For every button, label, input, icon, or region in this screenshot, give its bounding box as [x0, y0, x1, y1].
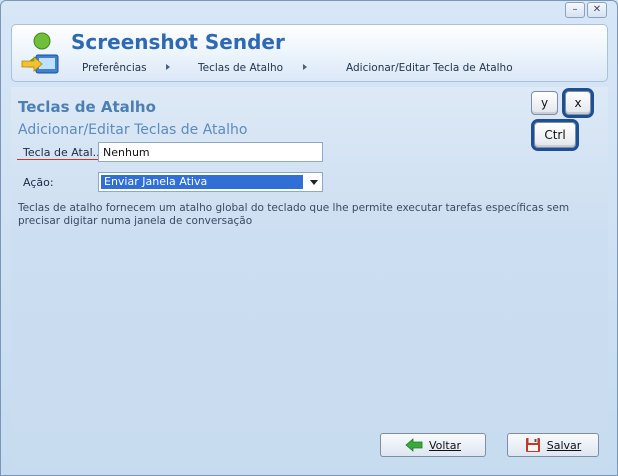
floppy-disk-icon	[525, 438, 540, 452]
hotkey-label: Tecla de Atal...	[23, 146, 104, 159]
back-button-label: Voltar	[428, 438, 462, 452]
action-select-value: Enviar Janela Ativa	[101, 175, 303, 189]
app-window: – ✕ Screenshot Sender Preferências Tecla…	[0, 0, 618, 476]
save-button-label: Salvar	[546, 438, 582, 452]
close-icon: ✕	[592, 4, 602, 15]
label-underline	[17, 159, 99, 160]
app-title: Screenshot Sender	[71, 30, 285, 54]
minimize-icon: –	[572, 4, 578, 15]
save-button[interactable]: Salvar	[507, 433, 599, 457]
breadcrumb-item-adicionar-editar[interactable]: Adicionar/Editar Tecla de Atalho	[346, 62, 513, 74]
key-y-icon: y	[531, 91, 558, 115]
breadcrumb-item-preferencias[interactable]: Preferências	[82, 62, 147, 74]
action-select[interactable]: Enviar Janela Ativa	[98, 172, 323, 192]
hotkey-description: Teclas de atalho fornecem um atalho glob…	[18, 202, 570, 227]
page-title: Teclas de Atalho	[18, 98, 156, 116]
main-content: Teclas de Atalho Adicionar/Editar Teclas…	[11, 87, 608, 466]
key-ctrl-icon: Ctrl	[531, 119, 579, 151]
key-x-icon: x	[562, 88, 594, 118]
window-controls: – ✕	[565, 2, 607, 18]
chevron-right-icon	[166, 64, 170, 70]
arrow-left-icon	[405, 438, 423, 452]
chevron-right-icon	[303, 64, 307, 70]
back-button[interactable]: Voltar	[380, 433, 486, 457]
breadcrumb-item-teclas-de-atalho[interactable]: Teclas de Atalho	[198, 62, 283, 74]
minimize-button[interactable]: –	[565, 2, 585, 18]
close-button[interactable]: ✕	[587, 2, 607, 18]
page-subtitle: Adicionar/Editar Teclas de Atalho	[18, 122, 248, 138]
action-label: Ação:	[23, 176, 54, 189]
header-banner: Screenshot Sender Preferências Teclas de…	[11, 24, 608, 82]
hotkey-input[interactable]	[98, 142, 323, 162]
chevron-down-icon[interactable]	[310, 180, 318, 185]
messenger-buddy-icon	[21, 32, 59, 74]
